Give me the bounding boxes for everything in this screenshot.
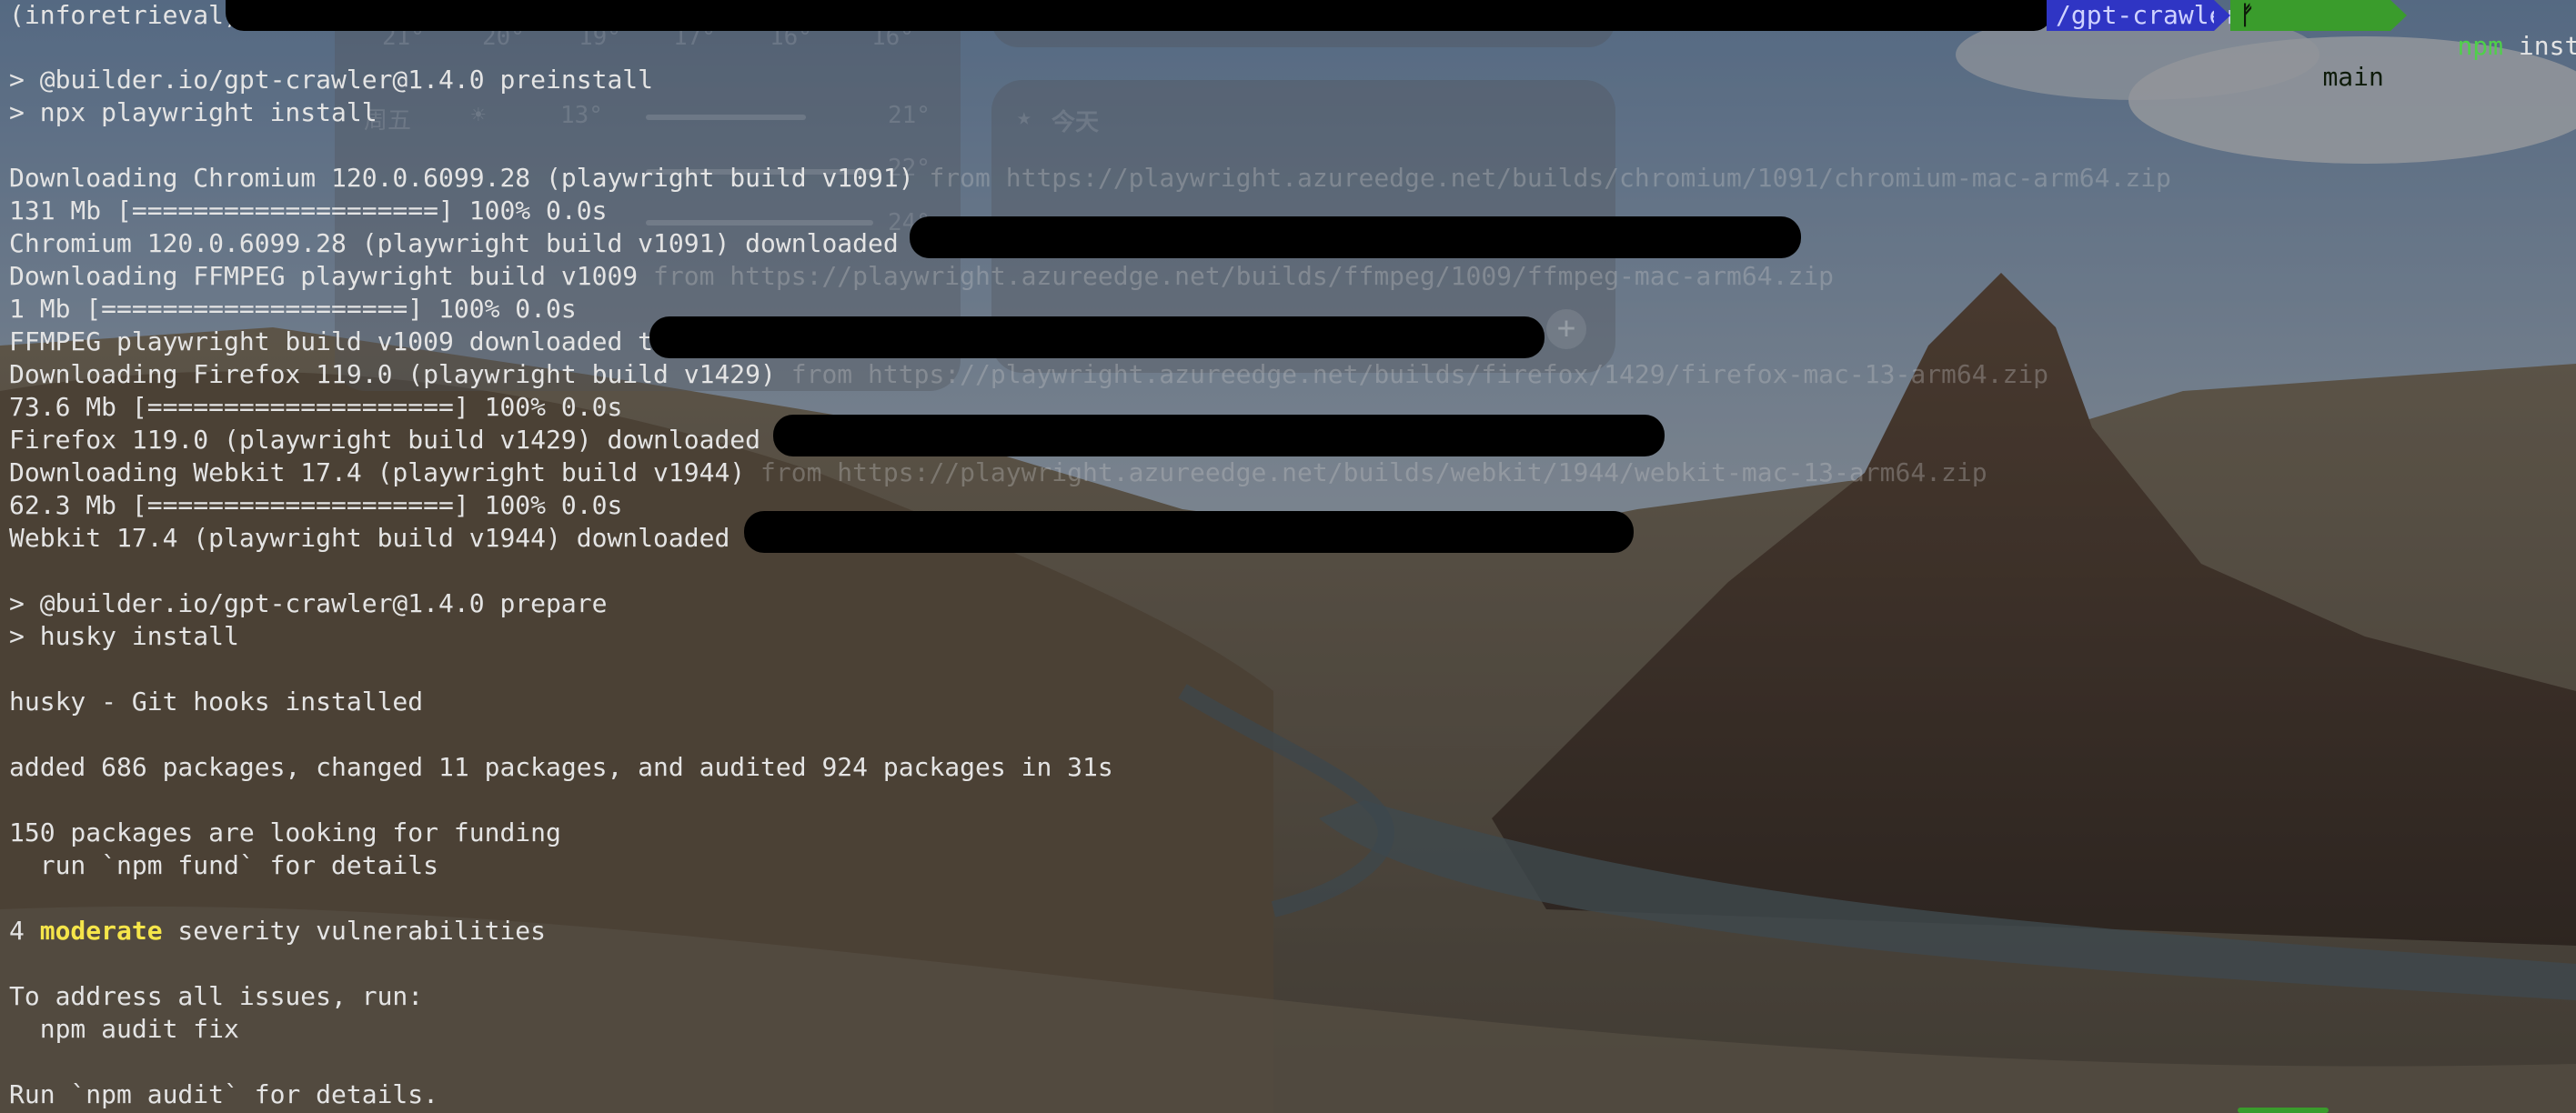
output-text: Downloading Webkit 17.4 (playwright buil… — [9, 457, 746, 487]
output-line: Webkit 17.4 (playwright build v1944) dow… — [9, 523, 791, 553]
output-line: To address all issues, run: — [9, 981, 424, 1011]
output-line: npm audit fix — [9, 1014, 239, 1044]
download-url: from https://playwright.azureedge.net/bu… — [913, 163, 2171, 193]
terminal-window[interactable]: (inforetrieval) /gpt-crawler ᚠ main npm … — [0, 0, 2576, 1113]
progress-line: 73.6 Mb [====================] 100% 0.0s — [9, 392, 623, 422]
output-line: > @builder.io/gpt-crawler@1.4.0 prepare — [9, 588, 608, 618]
python-env-label: (inforetrieval) — [9, 0, 239, 30]
git-branch-name: main — [2322, 62, 2384, 92]
prompt-command: npm install — [2396, 0, 2576, 93]
output-line: Downloading Firefox 119.0 (playwright bu… — [9, 358, 2048, 391]
redacted-path — [226, 0, 2052, 31]
redacted-path — [910, 216, 1801, 258]
output-line: run `npm fund` for details — [9, 850, 439, 880]
progress-line: 1 Mb [====================] 100% 0.0s — [9, 294, 577, 324]
download-url: from https://playwright.azureedge.net/bu… — [775, 359, 2049, 389]
status-indicator — [2238, 1108, 2329, 1113]
output-text: Downloading Firefox 119.0 (playwright bu… — [9, 359, 776, 389]
download-url: from https://playwright.azureedge.net/bu… — [638, 261, 1835, 291]
output-line: > npx playwright install — [9, 97, 377, 127]
output-line: > @builder.io/gpt-crawler@1.4.0 preinsta… — [9, 65, 654, 95]
output-line: husky - Git hooks installed — [9, 687, 424, 717]
output-line: added 686 packages, changed 11 packages,… — [9, 752, 1113, 782]
output-line: > husky install — [9, 621, 239, 651]
prompt-separator — [2214, 0, 2230, 31]
output-text: Downloading FFMPEG playwright build v100… — [9, 261, 639, 291]
redacted-path — [744, 511, 1634, 553]
output-text: severity vulnerabilities — [162, 916, 547, 946]
command-args: install — [2518, 31, 2576, 61]
output-line: Firefox 119.0 (playwright build v1429) d… — [9, 425, 822, 455]
download-url: from https://playwright.azureedge.net/bu… — [745, 457, 1987, 487]
redacted-path — [773, 415, 1665, 456]
output-line: FFMPEG playwright build v1009 downloaded… — [9, 326, 684, 356]
progress-line: 131 Mb [====================] 100% 0.0s — [9, 196, 608, 226]
severity-highlight: moderate — [39, 916, 163, 946]
prompt-directory-segment: /gpt-crawler — [2047, 0, 2239, 31]
output-text: Downloading Chromium 120.0.6099.28 (play… — [9, 163, 914, 193]
output-line: Downloading Chromium 120.0.6099.28 (play… — [9, 162, 2171, 195]
output-line: 150 packages are looking for funding — [9, 817, 561, 847]
output-line: Chromium 120.0.6099.28 (playwright build… — [9, 228, 961, 258]
vulnerability-line: 4 moderate severity vulnerabilities — [9, 915, 546, 948]
command-binary: npm — [2457, 31, 2504, 61]
prompt-git-segment: ᚠ main — [2230, 0, 2390, 92]
output-text: 4 — [9, 916, 40, 946]
output-line: Run `npm audit` for details. — [9, 1079, 439, 1109]
git-branch-icon: ᚠ — [2239, 0, 2255, 30]
progress-line: 62.3 Mb [====================] 100% 0.0s — [9, 490, 623, 520]
redacted-path — [649, 316, 1545, 358]
output-line: Downloading FFMPEG playwright build v100… — [9, 260, 1834, 293]
output-line: Downloading Webkit 17.4 (playwright buil… — [9, 456, 1987, 489]
